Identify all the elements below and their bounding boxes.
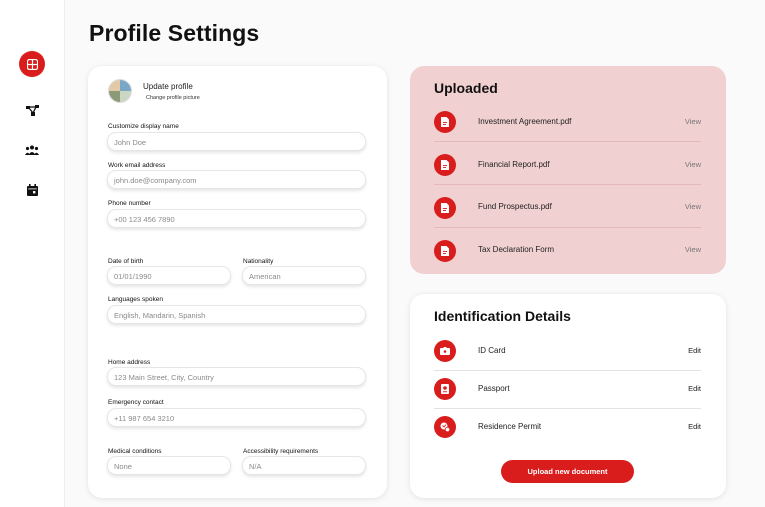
uploaded-file-name: Fund Prospectus.pdf xyxy=(478,202,552,211)
uploaded-file-name: Financial Report.pdf xyxy=(478,160,550,169)
email-label: Work email address xyxy=(108,162,166,169)
accessibility-input[interactable]: N/A xyxy=(242,456,366,475)
view-button[interactable]: View xyxy=(685,202,701,211)
avatar[interactable] xyxy=(108,79,132,103)
sidebar xyxy=(0,0,65,507)
upload-new-document-button[interactable]: Upload new document xyxy=(501,460,634,483)
identification-title: Identification Details xyxy=(434,308,571,324)
nav-calendar-button[interactable] xyxy=(19,177,45,203)
languages-label: Languages spoken xyxy=(108,296,163,303)
edit-button[interactable]: Edit xyxy=(688,346,701,355)
accessibility-label: Accessibility requirements xyxy=(243,448,319,455)
id-card-icon xyxy=(434,340,456,362)
divider xyxy=(434,184,701,185)
display-name-input[interactable]: John Doe xyxy=(107,132,366,151)
medical-label: Medical conditions xyxy=(108,448,162,455)
edit-button[interactable]: Edit xyxy=(688,422,701,431)
passport-icon xyxy=(434,378,456,400)
nav-network-button[interactable] xyxy=(19,97,45,123)
divider xyxy=(434,227,701,228)
pdf-file-icon xyxy=(434,240,456,262)
divider xyxy=(434,141,701,142)
profile-card: Update profile Change profile picture Cu… xyxy=(88,66,387,498)
view-button[interactable]: View xyxy=(685,117,701,126)
page-title: Profile Settings xyxy=(89,20,260,46)
dob-input[interactable]: 01/01/1990 xyxy=(107,266,231,285)
grid-icon xyxy=(26,58,38,70)
phone-input[interactable]: +00 123 456 7890 xyxy=(107,209,366,228)
display-name-label: Customize display name xyxy=(108,123,179,130)
divider xyxy=(434,408,701,409)
residence-permit-icon xyxy=(434,416,456,438)
id-document-name: Residence Permit xyxy=(478,422,542,431)
nav-users-button[interactable] xyxy=(19,137,45,163)
email-input[interactable]: john.doe@company.com xyxy=(107,170,366,189)
nav-grid-button[interactable] xyxy=(19,51,45,77)
medical-input[interactable]: None xyxy=(107,456,231,475)
pdf-file-icon xyxy=(434,111,456,133)
uploaded-file-name: Investment Agreement.pdf xyxy=(478,117,572,126)
pdf-file-icon xyxy=(434,197,456,219)
view-button[interactable]: View xyxy=(685,245,701,254)
edit-button[interactable]: Edit xyxy=(688,384,701,393)
divider xyxy=(434,370,701,371)
network-icon xyxy=(25,104,39,116)
languages-input[interactable]: English, Mandarin, Spanish xyxy=(107,305,366,324)
uploaded-title: Uploaded xyxy=(434,80,498,96)
phone-label: Phone number xyxy=(108,200,151,207)
address-input[interactable]: 123 Main Street, City, Country xyxy=(107,367,366,386)
view-button[interactable]: View xyxy=(685,160,701,169)
pdf-file-icon xyxy=(434,154,456,176)
id-document-name: ID Card xyxy=(478,346,506,355)
nationality-label: Nationality xyxy=(243,258,274,265)
users-icon xyxy=(25,145,39,155)
uploaded-file-name: Tax Declaration Form xyxy=(478,245,555,254)
update-profile-title: Update profile xyxy=(143,82,193,91)
emergency-input[interactable]: +11 987 654 3210 xyxy=(107,408,366,427)
id-document-name: Passport xyxy=(478,384,510,393)
emergency-label: Emergency contact xyxy=(108,399,164,406)
uploaded-card: Uploaded Investment Agreement.pdf View F… xyxy=(410,66,726,274)
identification-card: Identification Details ID Card Edit Pass… xyxy=(410,294,726,498)
nationality-input[interactable]: American xyxy=(242,266,366,285)
calendar-icon xyxy=(26,184,38,196)
address-label: Home address xyxy=(108,359,151,366)
change-picture-link[interactable]: Change profile picture xyxy=(146,95,200,101)
dob-label: Date of birth xyxy=(108,258,144,265)
